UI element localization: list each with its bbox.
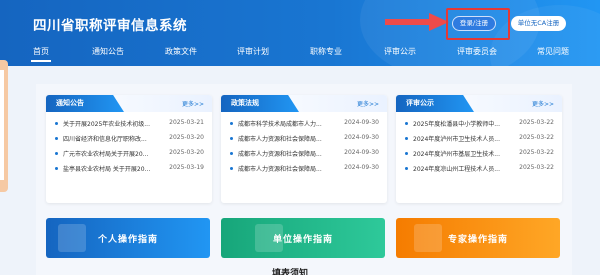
bullet-icon bbox=[55, 152, 58, 155]
guide-label: 专家操作指南 bbox=[447, 235, 508, 245]
item-title[interactable]: 成都市人力资源和社会保障局... bbox=[238, 164, 334, 173]
item-date: 2025-03-22 bbox=[519, 164, 554, 171]
item-title[interactable]: 成都市人力资源和社会保障局... bbox=[238, 149, 334, 158]
expert-guide-banner[interactable]: 专家操作指南 bbox=[396, 218, 560, 258]
item-title[interactable]: 2024年度泸州市卫生技术人员... bbox=[413, 134, 509, 143]
item-title[interactable]: 2025年度松潘县中小学教师中... bbox=[413, 119, 509, 128]
nav-item-review-plan[interactable]: 评审计划 bbox=[237, 46, 269, 57]
nav-item-home[interactable]: 首页 bbox=[31, 46, 51, 62]
panel-header: 通知公告 更多>> bbox=[46, 95, 212, 112]
list-item[interactable]: 成都市人力资源和社会保障局... 2024-09-30 bbox=[229, 149, 379, 164]
list-item[interactable]: 成都市人力资源和社会保障局... 2024-09-30 bbox=[229, 164, 379, 179]
bullet-icon bbox=[405, 122, 408, 125]
list-item[interactable]: 2024年度泸州市卫生技术人员... 2025-03-22 bbox=[404, 134, 554, 149]
nav-item-title-specialty[interactable]: 职称专业 bbox=[310, 46, 342, 57]
panel-title: 政策法规 bbox=[221, 95, 299, 112]
list-item[interactable]: 关于开展2025年农业技术初级... 2025-03-21 bbox=[54, 119, 204, 134]
nav-item-faq[interactable]: 常见问题 bbox=[537, 46, 569, 57]
bullet-icon bbox=[405, 152, 408, 155]
item-title[interactable]: 2024年度凉山州工程技术人员... bbox=[413, 164, 509, 173]
bullet-icon bbox=[55, 122, 58, 125]
bullet-icon bbox=[55, 137, 58, 140]
notices-list: 关于开展2025年农业技术初级... 2025-03-21 四川省经济和信息化厅职… bbox=[46, 112, 212, 179]
section-heading: 填表须知 bbox=[272, 269, 309, 275]
item-title[interactable]: 2024年度泸州市基层卫生技术... bbox=[413, 149, 509, 158]
unit-guide-banner[interactable]: 单位操作指南 bbox=[221, 218, 385, 258]
nav-item-review-publicity[interactable]: 评审公示 bbox=[384, 46, 416, 57]
list-item[interactable]: 2024年度泸州市基层卫生技术... 2025-03-22 bbox=[404, 149, 554, 164]
item-date: 2025-03-21 bbox=[169, 119, 204, 126]
policies-list: 成都市科学技术局成都市人力... 2024-09-30 成都市人力资源和社会保障局… bbox=[221, 112, 387, 179]
list-item[interactable]: 成都市科学技术局成都市人力... 2024-09-30 bbox=[229, 119, 379, 134]
review-publicity-panel: 评审公示 更多>> 2025年度松潘县中小学教师中... 2025-03-22 2… bbox=[396, 95, 562, 203]
item-title[interactable]: 盐亭县农业农村局 关于开展20... bbox=[63, 164, 159, 173]
bullet-icon bbox=[230, 152, 233, 155]
item-date: 2025-03-22 bbox=[519, 134, 554, 141]
notices-panel: 通知公告 更多>> 关于开展2025年农业技术初级... 2025-03-21 四… bbox=[46, 95, 212, 203]
item-date: 2024-09-30 bbox=[344, 134, 379, 141]
unit-ca-register-button[interactable]: 单位无CA注册 bbox=[511, 16, 566, 31]
bullet-icon bbox=[405, 137, 408, 140]
nav-item-notices[interactable]: 通知公告 bbox=[92, 46, 124, 57]
guide-label: 个人操作指南 bbox=[97, 235, 158, 245]
item-date: 2024-09-30 bbox=[344, 164, 379, 171]
list-item[interactable]: 2025年度松潘县中小学教师中... 2025-03-22 bbox=[404, 119, 554, 134]
review-publicity-list: 2025年度松潘县中小学教师中... 2025-03-22 2024年度泸州市卫生… bbox=[396, 112, 562, 179]
side-tab-edge bbox=[0, 70, 4, 180]
item-date: 2025-03-20 bbox=[169, 134, 204, 141]
more-link[interactable]: 更多>> bbox=[357, 99, 379, 108]
nav-item-policies[interactable]: 政策文件 bbox=[165, 46, 197, 57]
personal-guide-banner[interactable]: 个人操作指南 bbox=[46, 218, 210, 258]
item-date: 2024-09-30 bbox=[344, 149, 379, 156]
list-item[interactable]: 盐亭县农业农村局 关于开展20... 2025-03-19 bbox=[54, 164, 204, 179]
item-date: 2025-03-22 bbox=[519, 149, 554, 156]
bullet-icon bbox=[405, 167, 408, 170]
nav-item-review-committee[interactable]: 评审委员会 bbox=[457, 46, 497, 57]
item-title[interactable]: 成都市人力资源和社会保障局... bbox=[238, 134, 334, 143]
list-item[interactable]: 四川省经济和信息化厅职称改... 2025-03-20 bbox=[54, 134, 204, 149]
panel-header: 评审公示 更多>> bbox=[396, 95, 562, 112]
guide-label: 单位操作指南 bbox=[272, 235, 333, 245]
panel-title: 评审公示 bbox=[396, 95, 474, 112]
item-title[interactable]: 四川省经济和信息化厅职称改... bbox=[63, 134, 159, 143]
list-item[interactable]: 2024年度凉山州工程技术人员... 2025-03-22 bbox=[404, 164, 554, 179]
login-register-button[interactable]: 登录/注册 bbox=[452, 16, 496, 31]
list-item[interactable]: 成都市人力资源和社会保障局... 2024-09-30 bbox=[229, 134, 379, 149]
item-title[interactable]: 成都市科学技术局成都市人力... bbox=[238, 119, 334, 128]
bullet-icon bbox=[230, 167, 233, 170]
bullet-icon bbox=[230, 122, 233, 125]
bullet-icon bbox=[230, 137, 233, 140]
item-date: 2025-03-22 bbox=[519, 119, 554, 126]
main-nav: 首页 通知公告 政策文件 评审计划 职称专业 评审公示 评审委员会 常见问题 bbox=[0, 43, 600, 65]
panel-title: 通知公告 bbox=[46, 95, 124, 112]
more-link[interactable]: 更多>> bbox=[182, 99, 204, 108]
panel-header: 政策法规 更多>> bbox=[221, 95, 387, 112]
policies-panel: 政策法规 更多>> 成都市科学技术局成都市人力... 2024-09-30 成都市… bbox=[221, 95, 387, 203]
site-title[interactable]: 四川省职称评审信息系统 bbox=[33, 14, 187, 34]
item-title[interactable]: 关于开展2025年农业技术初级... bbox=[63, 119, 159, 128]
list-item[interactable]: 广元市农业农村局关于开展20... 2025-03-20 bbox=[54, 149, 204, 164]
item-title[interactable]: 广元市农业农村局关于开展20... bbox=[63, 149, 159, 158]
item-date: 2025-03-19 bbox=[169, 164, 204, 171]
more-link[interactable]: 更多>> bbox=[532, 99, 554, 108]
site-header: 四川省职称评审信息系统 登录/注册 单位无CA注册 首页 通知公告 政策文件 评… bbox=[0, 0, 600, 66]
red-arrow-annotation bbox=[385, 13, 449, 31]
item-date: 2025-03-20 bbox=[169, 149, 204, 156]
bullet-icon bbox=[55, 167, 58, 170]
item-date: 2024-09-30 bbox=[344, 119, 379, 126]
